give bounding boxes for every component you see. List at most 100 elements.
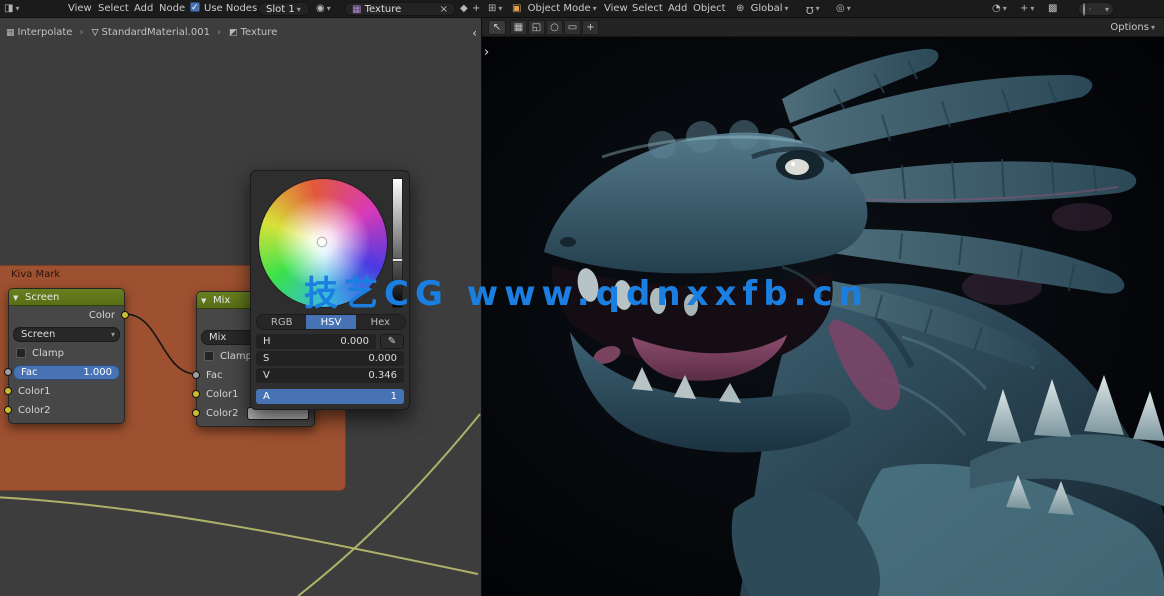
orientation-dropdown[interactable]: Global: [736, 0, 789, 18]
alpha-label: A: [263, 391, 270, 402]
socket-color1-input[interactable]: [4, 387, 12, 395]
region-collapse-arrow[interactable]: [472, 26, 477, 40]
socket-color1-input[interactable]: [192, 390, 200, 398]
use-nodes-checkbox[interactable]: Use Nodes: [190, 0, 257, 18]
texture-small-icon: [352, 3, 361, 16]
gizmo-icon: [1020, 0, 1028, 18]
color-mode-tabs: RGB HSV Hex: [256, 314, 406, 330]
breadcrumb-item-object[interactable]: Interpolate: [6, 26, 72, 40]
value-value: 0.346: [368, 368, 397, 383]
active-tool-icon: [493, 22, 501, 33]
socket-fac-input[interactable]: [4, 368, 12, 376]
tool-select-circle-button[interactable]: [546, 20, 563, 35]
breadcrumb-label: Texture: [241, 27, 278, 38]
clamp-checkbox[interactable]: [204, 351, 214, 361]
region-expand-arrow[interactable]: [484, 45, 489, 60]
breadcrumb-item-material[interactable]: StandardMaterial.001: [92, 26, 210, 40]
viewport-editor-type-button[interactable]: [488, 0, 502, 18]
hue-field[interactable]: H 0.000: [256, 334, 376, 349]
browse-texture-button[interactable]: [316, 0, 331, 18]
browse-icon: [316, 0, 325, 18]
eyedropper-button[interactable]: [380, 334, 404, 349]
menu-vp-select[interactable]: Select: [628, 0, 667, 18]
slot-dropdown[interactable]: Slot 1: [258, 2, 310, 16]
collapse-icon[interactable]: [201, 292, 206, 310]
breadcrumb-label: StandardMaterial.001: [102, 27, 210, 38]
tool-cursor-button[interactable]: [582, 20, 599, 35]
chevron-down-icon: [109, 328, 115, 342]
menu-select[interactable]: Select: [94, 0, 133, 18]
active-tool-button[interactable]: [488, 20, 506, 35]
snap-toggle-button[interactable]: [806, 0, 820, 18]
breadcrumb-separator: [217, 26, 221, 40]
node-screen[interactable]: Screen Color Screen Clamp Fac 1.0: [8, 288, 125, 424]
viewport-toolbar: Options: [482, 18, 1164, 37]
datablock-name-field[interactable]: Texture: [344, 2, 456, 16]
node-screen-header[interactable]: Screen: [9, 289, 124, 306]
shading-solid-button[interactable]: [1089, 8, 1091, 10]
tool-select-lasso-button[interactable]: [564, 20, 581, 35]
node-editor-icon: [4, 0, 13, 18]
clamp-label: Clamp: [32, 344, 64, 363]
socket-color2-input[interactable]: [192, 409, 200, 417]
socket-fac-input[interactable]: [192, 371, 200, 379]
saturation-value: 0.000: [368, 351, 397, 366]
menu-node[interactable]: Node: [155, 0, 189, 18]
breadcrumb-item-texture[interactable]: Texture: [229, 26, 277, 40]
color1-label: Color1: [206, 385, 238, 404]
options-dropdown[interactable]: Options: [1110, 18, 1155, 37]
orientation-icon: [736, 0, 744, 18]
proportional-edit-button[interactable]: [836, 0, 851, 18]
tab-hsv[interactable]: HSV: [306, 315, 355, 329]
menu-add[interactable]: Add: [130, 0, 157, 18]
tab-hex[interactable]: Hex: [356, 315, 405, 329]
overlays-toggle-button[interactable]: [992, 0, 1007, 18]
saturation-field[interactable]: S 0.000: [256, 351, 404, 366]
viewport-canvas[interactable]: [482, 37, 1164, 596]
new-datablock-icon[interactable]: [472, 0, 480, 18]
tool-tweak-button[interactable]: [510, 20, 527, 35]
xray-icon: [1048, 0, 1057, 18]
breadcrumb-label: Interpolate: [18, 27, 73, 38]
collapse-icon[interactable]: [13, 289, 18, 307]
chevron-down-icon: [1028, 0, 1034, 18]
datablock-name: Texture: [365, 4, 402, 15]
alpha-slider[interactable]: A 1: [256, 389, 404, 404]
fac-slider[interactable]: Fac 1.000: [13, 365, 120, 380]
color-wheel-cursor[interactable]: [318, 238, 326, 246]
menu-view[interactable]: View: [64, 0, 96, 18]
tab-rgb[interactable]: RGB: [257, 315, 306, 329]
node-editor-type-button[interactable]: [4, 0, 19, 18]
value-slider-handle[interactable]: [392, 258, 403, 262]
menu-vp-add[interactable]: Add: [664, 0, 691, 18]
shading-wireframe-icon: [1083, 3, 1085, 16]
tool-select-box-button[interactable]: [528, 20, 545, 35]
socket-color-output[interactable]: [121, 311, 129, 319]
value-field[interactable]: V 0.346: [256, 368, 404, 383]
options-label: Options: [1110, 22, 1149, 33]
xray-toggle-button[interactable]: [1048, 0, 1057, 18]
use-nodes-label: Use Nodes: [204, 3, 257, 14]
close-icon[interactable]: [440, 3, 448, 16]
watermark-text: 技艺CG www.qdnxxfb.cn: [304, 266, 869, 315]
fac-value: 1.000: [83, 366, 112, 380]
grid-icon: [6, 26, 15, 40]
row-fac: Fac 1.000: [9, 363, 124, 382]
gizmo-toggle-button[interactable]: [1020, 0, 1034, 18]
mode-dropdown[interactable]: Object Mode: [512, 0, 597, 18]
blend-mode-dropdown[interactable]: Screen: [13, 327, 120, 342]
overlays-icon: [992, 0, 1001, 18]
color1-label: Color1: [18, 382, 50, 401]
color2-label: Color2: [18, 401, 50, 420]
clamp-checkbox[interactable]: [16, 348, 26, 358]
fake-user-icon[interactable]: [460, 0, 468, 18]
socket-color2-input[interactable]: [4, 406, 12, 414]
tool-select-circle-icon: [550, 22, 559, 33]
menu-vp-object[interactable]: Object: [689, 0, 730, 18]
shading-wireframe-button[interactable]: [1083, 4, 1085, 15]
orientation-label: Global: [751, 3, 783, 14]
tool-tweak-icon: [514, 22, 523, 33]
menu-vp-view[interactable]: View: [600, 0, 632, 18]
breadcrumb: Interpolate StandardMaterial.001 Texture: [6, 26, 279, 40]
fac-label: Fac: [206, 366, 222, 385]
